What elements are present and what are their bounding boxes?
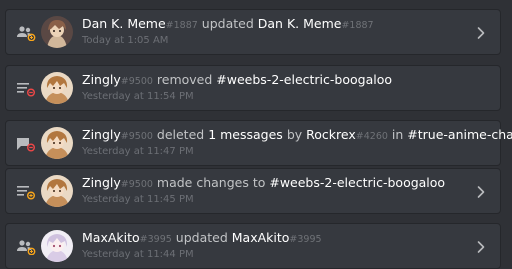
timestamp: Yesterday at 11:54 PM xyxy=(82,91,194,102)
action-verb: deleted xyxy=(156,127,205,142)
message-delete-icon xyxy=(17,138,35,152)
user-discriminator: #1887 xyxy=(165,20,198,31)
member-update-icon xyxy=(17,26,36,41)
user-discriminator: #3995 xyxy=(139,234,172,245)
chevron-right-icon[interactable] xyxy=(476,185,486,199)
user-name[interactable]: Zingly xyxy=(82,127,121,142)
action-verb: updated xyxy=(175,230,228,245)
timestamp: Yesterday at 11:44 PM xyxy=(82,249,194,260)
action-verb: made changes to xyxy=(156,175,266,190)
audit-log-list: Dan K. Meme#1887 updated Dan K. Meme#188… xyxy=(0,0,512,269)
timestamp: Today at 1:05 AM xyxy=(82,35,169,46)
audit-log-entry[interactable]: Dan K. Meme#1887 updated Dan K. Meme#188… xyxy=(5,9,501,55)
action-verb: updated xyxy=(201,16,254,31)
channel-delete-icon xyxy=(17,83,35,97)
channel-update-icon xyxy=(17,186,35,200)
user-discriminator: #9500 xyxy=(120,76,153,87)
author-name[interactable]: Rockrex xyxy=(306,127,356,142)
audit-log-entry[interactable]: Zingly#9500 removed #weebs-2-electric-bo… xyxy=(5,65,501,111)
channel-name[interactable]: #weebs-2-electric-boogaloo xyxy=(269,175,445,190)
target-name[interactable]: MaxAkito xyxy=(232,230,290,245)
channel-name[interactable]: #true-anime-chan xyxy=(407,127,512,142)
channel-name[interactable]: #weebs-2-electric-boogaloo xyxy=(216,72,392,87)
user-name[interactable]: Zingly xyxy=(82,175,121,190)
audit-log-entry[interactable]: Zingly#9500 made changes to #weebs-2-ele… xyxy=(5,168,501,214)
entry-summary: Zingly#9500 deleted 1 messages by Rockre… xyxy=(82,127,512,145)
user-name[interactable]: Zingly xyxy=(82,72,121,87)
entry-summary: Zingly#9500 removed #weebs-2-electric-bo… xyxy=(82,72,392,90)
entry-summary: Zingly#9500 made changes to #weebs-2-ele… xyxy=(82,175,445,193)
audit-log-entry[interactable]: MaxAkito#3995 updated MaxAkito#3995 Yest… xyxy=(5,223,501,269)
avatar[interactable] xyxy=(41,72,73,104)
member-update-icon xyxy=(17,240,36,255)
user-discriminator: #9500 xyxy=(120,179,153,190)
chevron-right-icon[interactable] xyxy=(476,240,486,254)
timestamp: Yesterday at 11:45 PM xyxy=(82,194,194,205)
avatar[interactable] xyxy=(41,16,73,48)
timestamp: Yesterday at 11:47 PM xyxy=(82,146,194,157)
avatar[interactable] xyxy=(41,175,73,207)
user-name[interactable]: Dan K. Meme xyxy=(82,16,166,31)
message-count: 1 messages xyxy=(208,127,283,142)
entry-summary: Dan K. Meme#1887 updated Dan K. Meme#188… xyxy=(82,16,374,34)
user-discriminator: #9500 xyxy=(120,131,153,142)
target-discriminator: #3995 xyxy=(289,234,322,245)
author-discriminator: #4260 xyxy=(355,131,388,142)
in-word: in xyxy=(391,127,404,142)
audit-log-entry[interactable]: Zingly#9500 deleted 1 messages by Rockre… xyxy=(5,120,512,166)
entry-summary: MaxAkito#3995 updated MaxAkito#3995 xyxy=(82,230,322,248)
action-verb: removed xyxy=(156,72,213,87)
chevron-right-icon[interactable] xyxy=(476,26,486,40)
target-discriminator: #1887 xyxy=(341,20,374,31)
user-name[interactable]: MaxAkito xyxy=(82,230,140,245)
avatar[interactable] xyxy=(41,230,73,262)
avatar[interactable] xyxy=(41,127,73,159)
by-word: by xyxy=(286,127,303,142)
target-name[interactable]: Dan K. Meme xyxy=(258,16,342,31)
